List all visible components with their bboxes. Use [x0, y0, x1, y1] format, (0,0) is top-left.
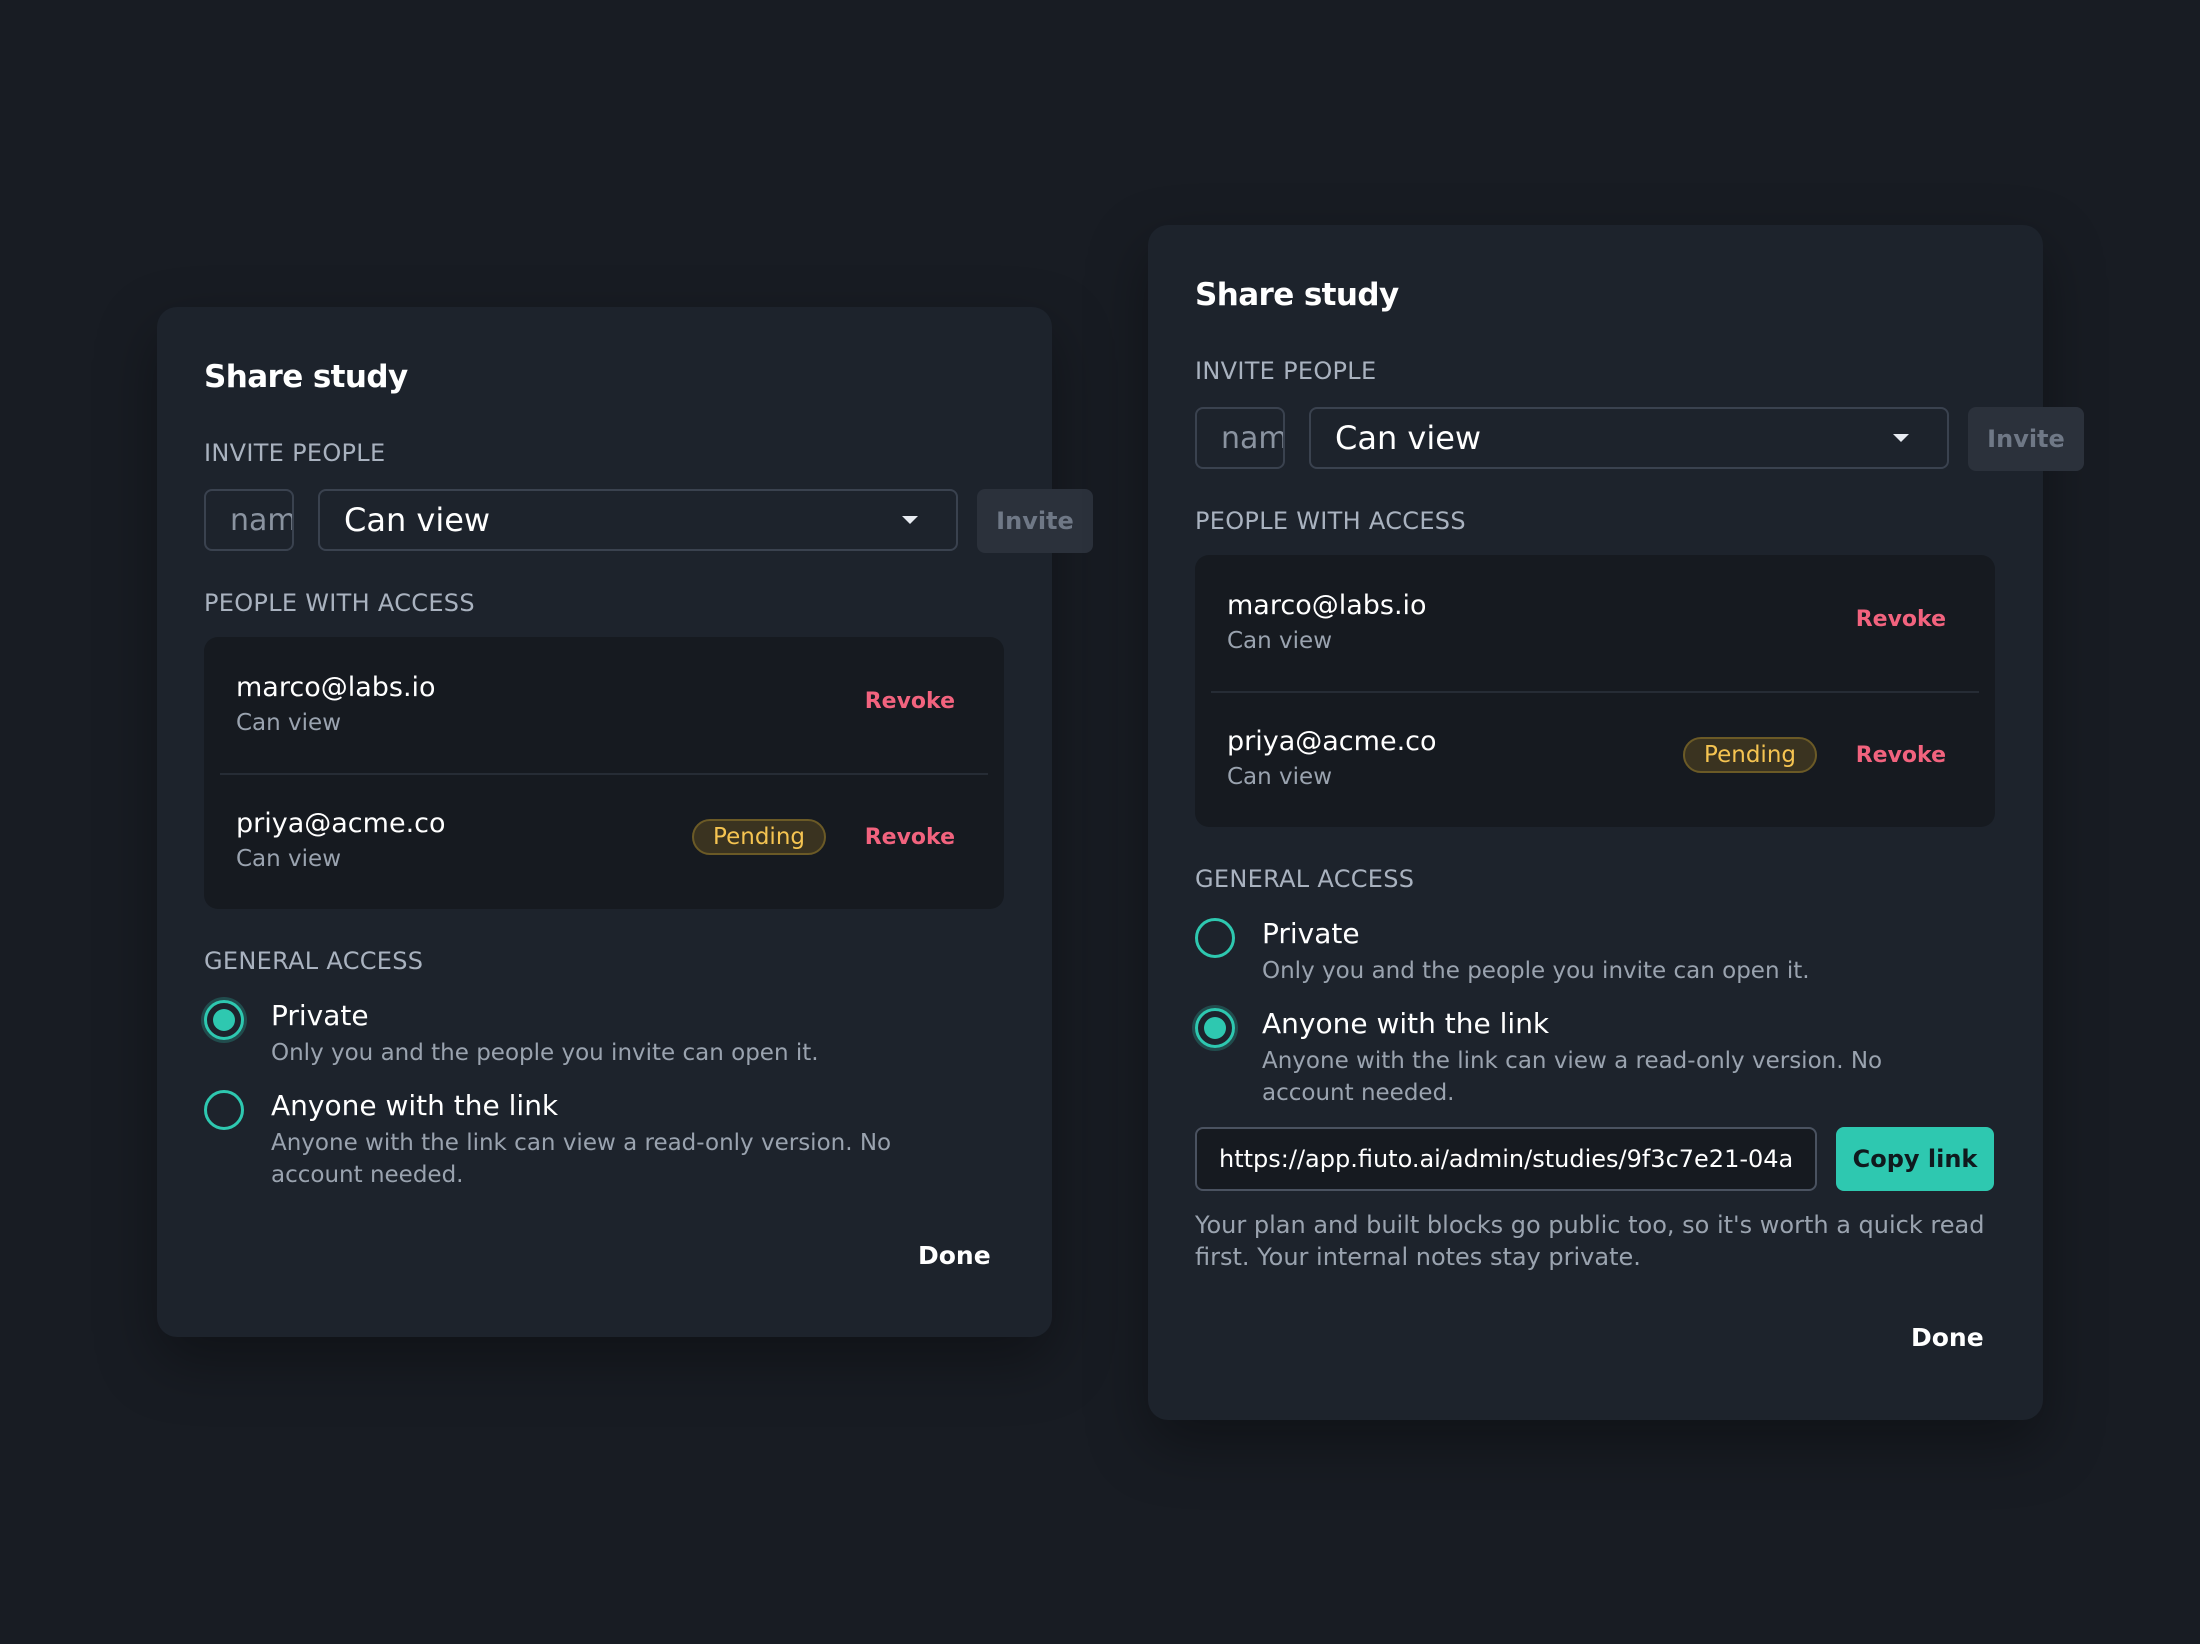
invite-email-input[interactable] — [1195, 407, 1285, 469]
done-button[interactable]: Done — [918, 1241, 991, 1270]
done-button[interactable]: Done — [1911, 1323, 1984, 1352]
person-email: priya@acme.co — [236, 808, 446, 839]
person-email: marco@labs.io — [236, 672, 436, 703]
invite-email-input[interactable] — [204, 489, 294, 551]
people-list: marco@labs.io Can view Revoke priya@acme… — [204, 637, 1004, 909]
person-role: Can view — [1227, 628, 1333, 654]
revoke-button[interactable]: Revoke — [865, 825, 955, 850]
role-select-value: Can view — [1335, 419, 1482, 457]
role-select[interactable]: Can view — [1309, 407, 1949, 469]
public-warning-text: Your plan and built blocks go public too… — [1195, 1211, 1985, 1271]
person-role: Can view — [236, 710, 342, 736]
option-private-desc: Only you and the people you invite can o… — [271, 1040, 819, 1066]
person-role: Can view — [1227, 764, 1333, 790]
dialog-title: Share study — [1195, 277, 1399, 313]
revoke-button[interactable]: Revoke — [865, 689, 955, 714]
option-link-label[interactable]: Anyone with the link — [1262, 1007, 1549, 1040]
option-link-desc: Anyone with the link can view a read-onl… — [271, 1130, 892, 1188]
person-role: Can view — [236, 846, 342, 872]
invite-button[interactable]: Invite — [977, 489, 1093, 553]
radio-anyone-with-link[interactable] — [204, 1090, 244, 1130]
list-item: priya@acme.co Can view Pending Revoke — [204, 773, 1004, 909]
person-email: priya@acme.co — [1227, 726, 1437, 757]
option-private-label[interactable]: Private — [1262, 917, 1360, 950]
general-access-label: GENERAL ACCESS — [204, 947, 424, 975]
dialog-title: Share study — [204, 359, 408, 395]
role-select-value: Can view — [344, 501, 491, 539]
status-badge: Pending — [1683, 737, 1817, 773]
option-private-desc: Only you and the people you invite can o… — [1262, 958, 1810, 984]
invite-section-label: INVITE PEOPLE — [1195, 357, 1377, 385]
general-access-label: GENERAL ACCESS — [1195, 865, 1415, 893]
share-dialog-public: Share study INVITE PEOPLE Can view Invit… — [1148, 225, 2084, 1420]
revoke-button[interactable]: Revoke — [1856, 743, 1946, 768]
option-private-label[interactable]: Private — [271, 999, 369, 1032]
invite-section-label: INVITE PEOPLE — [204, 439, 386, 467]
copy-link-button[interactable]: Copy link — [1836, 1127, 1994, 1191]
option-link-label[interactable]: Anyone with the link — [271, 1089, 558, 1122]
radio-private[interactable] — [1195, 918, 1235, 958]
share-link-field[interactable] — [1195, 1127, 1817, 1191]
person-email: marco@labs.io — [1227, 590, 1427, 621]
role-select[interactable]: Can view — [318, 489, 958, 551]
people-section-label: PEOPLE WITH ACCESS — [204, 589, 475, 617]
people-list: marco@labs.io Can view Revoke priya@acme… — [1195, 555, 1995, 827]
option-link-desc: Anyone with the link can view a read-onl… — [1262, 1048, 1883, 1106]
chevron-down-icon — [1893, 434, 1909, 442]
share-dialog-private: Share study INVITE PEOPLE Can view Invit… — [157, 307, 1093, 1337]
radio-anyone-with-link[interactable] — [1195, 1008, 1235, 1048]
list-item: marco@labs.io Can view Revoke — [204, 637, 1004, 775]
chevron-down-icon — [902, 516, 918, 524]
invite-button[interactable]: Invite — [1968, 407, 2084, 471]
revoke-button[interactable]: Revoke — [1856, 607, 1946, 632]
people-section-label: PEOPLE WITH ACCESS — [1195, 507, 1466, 535]
list-item: marco@labs.io Can view Revoke — [1195, 555, 1995, 693]
status-badge: Pending — [692, 819, 826, 855]
radio-private[interactable] — [204, 1000, 244, 1040]
list-item: priya@acme.co Can view Pending Revoke — [1195, 691, 1995, 827]
